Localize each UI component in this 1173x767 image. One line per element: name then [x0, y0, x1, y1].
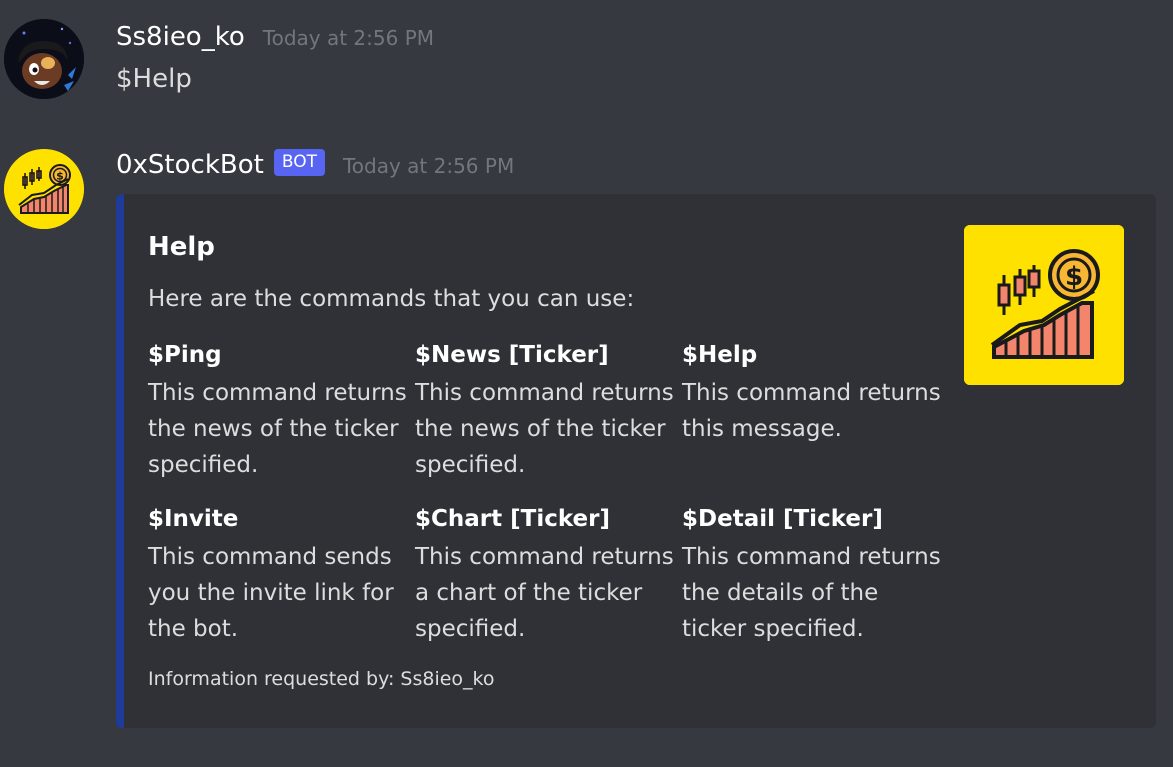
field-name: $Ping — [148, 342, 222, 368]
field-value: This command returns the details of the … — [682, 544, 941, 642]
bot-avatar[interactable]: $ — [4, 149, 84, 229]
user-avatar[interactable] — [4, 19, 84, 99]
embed-title: Help — [148, 232, 215, 262]
embed-thumbnail[interactable]: $ — [964, 225, 1124, 385]
embed-description: Here are the commands that you can use: — [148, 286, 635, 312]
stock-chart-coin-icon: $ — [4, 149, 84, 229]
field-value: This command sends you the invite link f… — [148, 544, 394, 642]
embed-field-invite: $Invite This command sends you the invit… — [148, 503, 408, 647]
field-name: $Help — [682, 342, 758, 368]
message-content: $Help — [116, 64, 192, 94]
embed-field-ping: $Ping This command returns the news of t… — [148, 339, 408, 483]
field-value: This command returns the news of the tic… — [415, 380, 674, 478]
username[interactable]: 0xStockBot — [116, 150, 264, 180]
embed-accent-bar — [116, 194, 124, 728]
help-embed: Help Here are the commands that you can … — [116, 194, 1156, 728]
field-name: $Invite — [148, 506, 239, 532]
embed-footer: Information requested by: Ss8ieo_ko — [148, 668, 495, 690]
cartoon-character-avatar-icon — [4, 19, 84, 99]
embed-field-help: $Help This command returns this message. — [682, 339, 942, 447]
timestamp: Today at 2:56 PM — [342, 154, 515, 178]
field-value: This command returns this message. — [682, 380, 941, 442]
embed-field-chart: $Chart [Ticker] This command returns a c… — [415, 503, 675, 647]
user-message: Ss8ieo_ko Today at 2:56 PM $Help — [0, 0, 1173, 120]
embed-field-detail: $Detail [Ticker] This command returns th… — [682, 503, 942, 647]
field-value: This command returns a chart of the tick… — [415, 544, 674, 642]
field-name: $News [Ticker] — [415, 342, 609, 368]
bot-tag: BOT — [273, 149, 325, 176]
embed-field-news: $News [Ticker] This command returns the … — [415, 339, 675, 483]
timestamp: Today at 2:56 PM — [262, 26, 435, 50]
stock-chart-coin-icon: $ — [964, 225, 1124, 385]
field-name: $Chart [Ticker] — [415, 506, 610, 532]
svg-text:$: $ — [1065, 262, 1083, 292]
field-value: This command returns the news of the tic… — [148, 380, 407, 478]
field-name: $Detail [Ticker] — [682, 506, 883, 532]
username[interactable]: Ss8ieo_ko — [116, 22, 245, 52]
